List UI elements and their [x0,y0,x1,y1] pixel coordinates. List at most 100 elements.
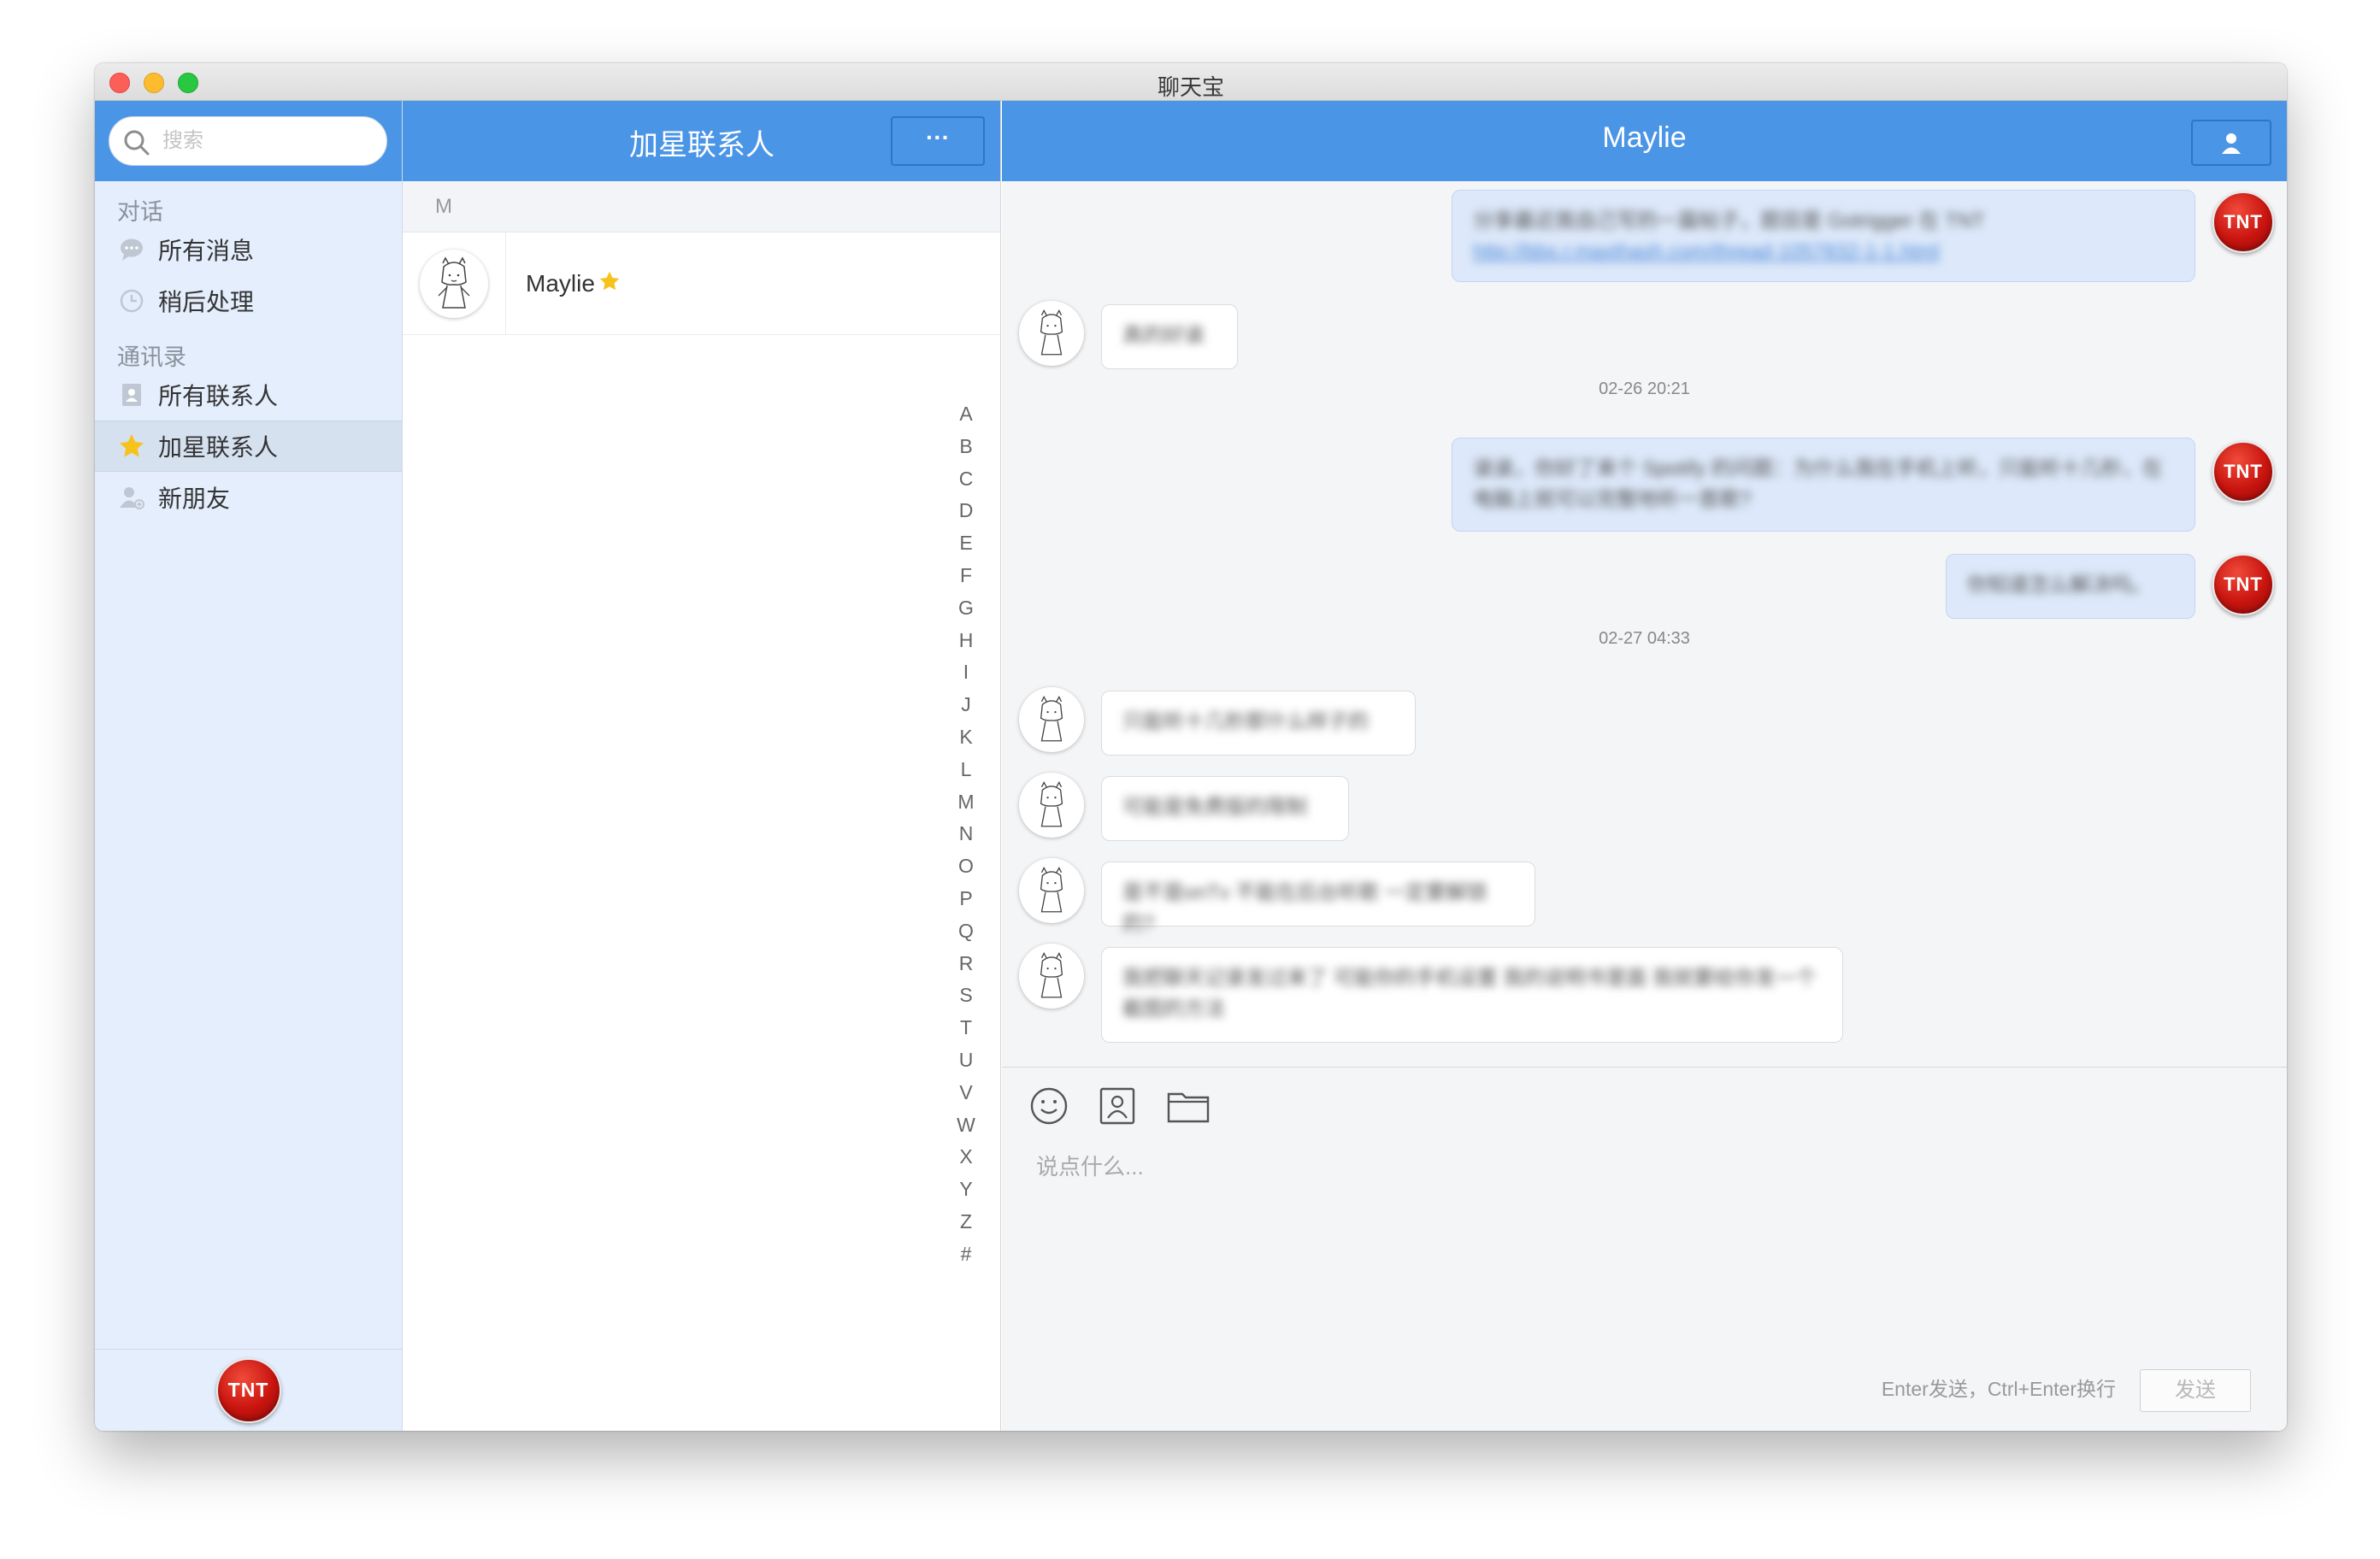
contact-profile-button[interactable] [2191,120,2271,166]
girl-avatar-icon [1040,952,1063,998]
index-letter[interactable]: E [959,527,972,560]
title-bar: 聊天宝 [95,63,2287,101]
message-timestamp: 02-27 04:33 [1599,629,1690,648]
index-letter[interactable]: Z [960,1206,972,1238]
sidebar-item-label: 加星联系人 [158,434,279,461]
group-letter-header: M [403,181,1000,232]
message-bubble-incoming[interactable]: 是不是onTv 不能在后台听歌 一定要解锁的? [1101,862,1535,935]
sidebar-item-label: 新朋友 [158,485,231,512]
message-bubble-outgoing[interactable]: 你知道怎么解决吗。 [1946,554,2195,619]
contact-name: Maylie [526,269,595,297]
message-bubble-incoming[interactable]: 只能听十几秒那什么样子的 [1101,691,1416,756]
clock-icon [117,286,146,315]
sidebar-item-label: 稍后处理 [158,289,255,315]
sender-avatar[interactable]: TNT [2212,441,2274,503]
index-letter[interactable]: F [960,560,972,592]
index-letter[interactable]: M [957,786,974,819]
index-letter[interactable]: P [959,883,972,915]
search-input[interactable] [162,126,368,156]
index-letter[interactable]: I [963,656,969,689]
sender-avatar[interactable]: TNT [2212,554,2274,615]
index-letter[interactable]: S [959,980,972,1012]
send-contact-button[interactable] [1096,1085,1139,1127]
message-link[interactable]: http://bbs.r.maxthash.com/thread-1057832… [1473,240,1940,263]
index-letter[interactable]: N [959,818,974,850]
index-letter[interactable]: X [959,1141,972,1174]
index-letter[interactable]: A [959,398,972,431]
message-text: 我把聊天记录发过来了 可能你的手机设置 我的说明书里面 我就要给你发一个截图的方… [1122,967,1817,1021]
message-bubble-incoming[interactable]: 真的好诶 [1101,304,1238,369]
sidebar-item-starred-contacts[interactable]: 加星联系人 [95,421,402,472]
girl-avatar-icon [1040,696,1063,742]
index-letter[interactable]: L [961,754,972,786]
starred-icon [598,270,621,297]
send-file-button[interactable] [1163,1085,1214,1127]
send-shortcut-hint: Enter发送，Ctrl+Enter换行 [1881,1378,2116,1400]
more-options-button[interactable]: ··· [891,116,985,166]
contact-row[interactable]: Maylie [403,232,1000,335]
index-letter[interactable]: H [959,625,974,657]
message-text: 只能听十几秒那什么样子的 [1122,710,1369,733]
index-letter[interactable]: G [958,592,974,625]
index-letter[interactable]: U [959,1044,974,1077]
sidebar-item-all-messages[interactable]: 所有消息 [95,224,402,275]
sender-avatar[interactable]: TNT [2212,191,2274,253]
index-letter[interactable]: J [961,689,971,721]
search-box[interactable] [109,116,387,166]
search-icon [124,130,150,156]
star-icon [117,432,146,461]
emoji-button[interactable] [1028,1085,1070,1127]
sidebar-item-later[interactable]: 稍后处理 [95,275,402,327]
index-letter[interactable]: K [959,721,972,754]
chat-title: Maylie [1602,121,1687,154]
index-letter[interactable]: C [959,463,974,496]
message-bubble-incoming[interactable]: 我把聊天记录发过来了 可能你的手机设置 我的说明书里面 我就要给你发一个截图的方… [1101,947,1843,1043]
message-input[interactable] [1036,1150,2233,1321]
sidebar-header [95,101,402,181]
message-timestamp: 02-26 20:21 [1599,379,1690,398]
message-text: 是不是onTv 不能在后台听歌 一定要解锁的? [1122,881,1488,935]
index-letter[interactable]: D [959,495,974,527]
chat-header: Maylie [1002,101,2287,181]
contact-avatar [420,249,488,318]
message-list: 分享最近我自己写的一篇帖子，题目是 Gotrigger 在 TNT http:/… [1002,181,2287,1067]
sidebar-item-all-contacts[interactable]: 所有联系人 [95,369,402,421]
index-letter[interactable]: V [959,1077,972,1109]
sidebar-item-label: 所有消息 [158,238,255,264]
chat-bubble-icon [117,235,146,264]
girl-avatar-icon [1040,309,1063,356]
sidebar-footer: TNT [95,1349,402,1431]
index-letter[interactable]: B [959,431,972,463]
message-bubble-outgoing[interactable]: 诶诶，你好了来个 Spotify 的问题：为什么我在手机上听，只能听十几秒，在电… [1452,438,2195,532]
contact-avatar[interactable] [1019,687,1084,752]
contact-avatar[interactable] [1019,773,1084,838]
contacts-header: 加星联系人 ··· [403,101,1000,181]
address-book-icon [117,380,146,409]
index-letter[interactable]: Y [959,1174,972,1206]
window-title: 聊天宝 [1157,74,1224,100]
send-button[interactable]: 发送 [2140,1369,2251,1412]
person-icon [2222,133,2241,154]
index-letter[interactable]: Q [958,915,974,948]
message-bubble-incoming[interactable]: 可能是免费版的限制 [1101,776,1349,841]
sidebar-item-new-friends[interactable]: 新朋友 [95,472,402,523]
contact-avatar[interactable] [1019,944,1084,1009]
index-letter[interactable]: T [960,1012,972,1044]
contact-avatar[interactable] [1019,301,1084,366]
girl-avatar-icon [1040,781,1063,827]
girl-avatar-icon [438,256,470,309]
index-letter[interactable]: R [959,948,974,980]
message-bubble-outgoing[interactable]: 分享最近我自己写的一篇帖子，题目是 Gotrigger 在 TNT http:/… [1452,190,2195,282]
index-letter[interactable]: # [961,1238,972,1271]
section-label-contacts: 通讯录 [117,344,186,370]
contact-avatar[interactable] [1019,858,1084,923]
alphabet-index: A B C D E F G H I J K L M N O P Q R S T U V W X Y Z # [957,398,975,1271]
sidebar-item-label: 所有联系人 [158,383,279,409]
message-composer: Enter发送，Ctrl+Enter换行 发送 [1002,1067,2287,1431]
index-letter[interactable]: W [957,1109,975,1142]
message-text: 分享最近我自己写的一篇帖子，题目是 Gotrigger 在 TNT [1473,209,1985,232]
index-letter[interactable]: O [958,850,974,883]
contact-card-icon [1099,1087,1135,1125]
user-avatar[interactable]: TNT [215,1357,281,1423]
sidebar: 对话 所有消息 稍后处理 通讯录 所有联系人 [95,101,403,1431]
